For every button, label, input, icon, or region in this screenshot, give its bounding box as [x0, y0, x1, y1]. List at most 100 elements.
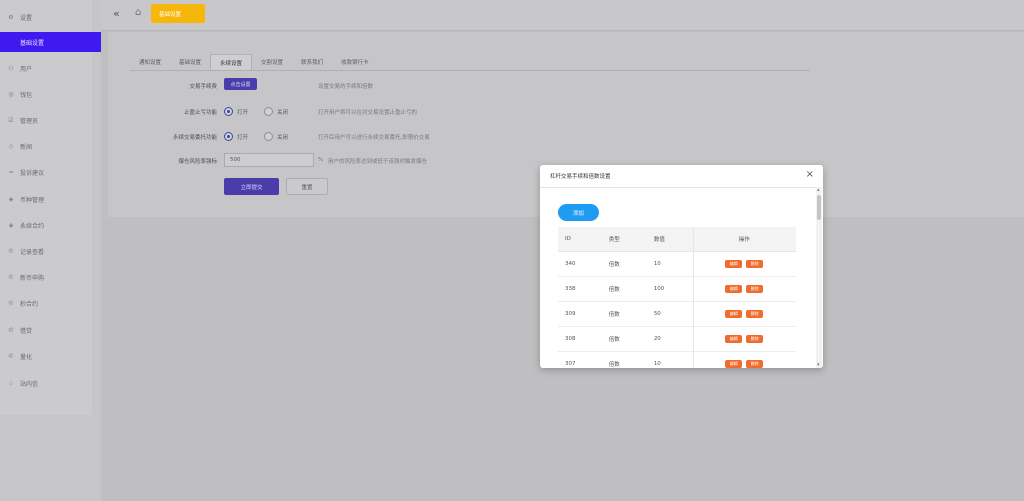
cell-id: 308: [558, 326, 602, 352]
close-icon[interactable]: ×: [806, 169, 814, 180]
cell-value: 50: [646, 301, 693, 327]
radio-checked-icon: [224, 107, 233, 116]
feedback-icon: ≈: [8, 168, 14, 176]
delete-button[interactable]: 删除: [746, 285, 764, 293]
gear-icon: ⚙: [8, 13, 14, 21]
perp-off-radio[interactable]: 关闭: [264, 132, 288, 141]
collapse-sidebar-icon[interactable]: «: [113, 7, 120, 20]
sidebar-item-records[interactable]: © 记录查看: [0, 240, 101, 262]
scroll-up-icon[interactable]: ▴: [817, 187, 820, 193]
cell-value: 20: [646, 326, 693, 352]
sidebar: ⚙ 设置 基础设置 ⚇ 用户 ◎ 钱包 ☑ 管理员 ◇ 新闻 ≈ 投诉建议 ◈ 币种管理 ◈ 永…: [0, 0, 101, 501]
stop-off-radio[interactable]: 关闭: [264, 107, 288, 116]
edit-button[interactable]: 编辑: [725, 260, 743, 268]
add-button[interactable]: 添加: [558, 204, 599, 221]
table-row: 338 倍数 100 编辑 删除: [558, 276, 796, 302]
edit-button[interactable]: 编辑: [725, 285, 743, 293]
sidebar-item-basic-settings[interactable]: 基础设置: [0, 32, 101, 52]
risk-unit: %: [318, 157, 324, 163]
cell-actions: 编辑 删除: [692, 301, 796, 327]
table-row: 308 倍数 20 编辑 删除: [558, 326, 796, 352]
perp-label: 永续交易委托功能: [172, 135, 217, 141]
sidebar-item-quant[interactable]: © 量化: [0, 345, 101, 367]
edit-button[interactable]: 编辑: [725, 310, 743, 318]
multiplier-table: ID 类型 数值 操作 340 倍数 10 编辑 删除 338 倍数 100 编辑…: [558, 227, 796, 368]
perp-hint: 打开后用户可以进行永续交易委托,即限价交易: [318, 135, 430, 141]
submit-button[interactable]: 立即提交: [224, 178, 279, 195]
sidebar-item-feedback[interactable]: ≈ 投诉建议: [0, 161, 101, 183]
tab-basic[interactable]: 基础设置: [170, 54, 210, 70]
cell-actions: 编辑 删除: [692, 276, 796, 302]
edit-button[interactable]: 编辑: [725, 360, 743, 368]
column-header-id: ID: [558, 227, 602, 252]
sidebar-item-settings[interactable]: ⚙ 设置: [0, 6, 101, 28]
sidebar-item-news[interactable]: ◇ 新闻: [0, 135, 101, 157]
diamond-icon: ◈: [8, 221, 14, 229]
cell-type: 倍数: [601, 301, 647, 327]
stop-label: 止盈止亏功能: [183, 110, 217, 116]
sidebar-item-wallet[interactable]: ◎ 钱包: [0, 83, 101, 105]
cell-actions: 编辑 删除: [692, 251, 796, 277]
cell-id: 338: [558, 276, 602, 302]
perp-on-radio[interactable]: 打开: [224, 132, 248, 141]
edit-button[interactable]: 编辑: [725, 335, 743, 343]
tab-perpetual[interactable]: 永续设置: [210, 54, 253, 71]
table-row: 309 倍数 50 编辑 删除: [558, 301, 796, 327]
tab-delivery[interactable]: 交割设置: [252, 54, 292, 70]
scroll-thumb[interactable]: [817, 195, 821, 220]
sidebar-item-lending[interactable]: © 借贷: [0, 319, 101, 341]
home-icon[interactable]: ⌂: [135, 7, 141, 18]
fee-multiplier-modal: 杠杆交易手续和倍数设置 × 添加 ID 类型 数值 操作 340 倍数 10 编…: [540, 165, 823, 368]
cell-value: 10: [646, 251, 693, 277]
cell-type: 倍数: [601, 351, 647, 368]
fee-hint: 设置交易的手续和倍数: [318, 84, 374, 90]
record-icon: ©: [8, 299, 14, 307]
cell-type: 倍数: [601, 326, 647, 352]
cell-value: 100: [646, 276, 693, 302]
topbar: « ⌂ 基础设置: [101, 0, 1024, 31]
tab-notification[interactable]: 通知设置: [130, 54, 170, 70]
diamond-icon: ◈: [8, 195, 14, 203]
cell-type: 倍数: [601, 276, 647, 302]
sidebar-item-new-coin[interactable]: © 新币申购: [0, 266, 101, 288]
sidebar-item-perpetual[interactable]: ◈ 永续合约: [0, 214, 101, 236]
modal-header: 杠杆交易手续和倍数设置 ×: [540, 165, 823, 188]
reset-button[interactable]: 重置: [286, 178, 328, 195]
radio-checked-icon: [224, 132, 233, 141]
tab-contact[interactable]: 联系我们: [292, 54, 332, 70]
stop-on-radio[interactable]: 打开: [224, 107, 248, 116]
delete-button[interactable]: 删除: [746, 360, 764, 368]
risk-hint: 用户的风险率达到或低于该强时触发爆仓: [328, 159, 428, 165]
settings-tabs: 通知设置 基础设置 永续设置 交割设置 联系我们 收款银行卡: [130, 54, 378, 71]
column-header-type: 类型: [601, 227, 647, 252]
cell-value: 10: [646, 351, 693, 368]
tab-bank-card[interactable]: 收款银行卡: [332, 54, 378, 70]
delete-button[interactable]: 删除: [746, 260, 764, 268]
table-row: 307 倍数 10 编辑 删除: [558, 351, 796, 368]
delete-button[interactable]: 删除: [746, 335, 764, 343]
fee-label: 交易手续费: [189, 84, 217, 90]
cell-id: 309: [558, 301, 602, 327]
tab-tag-basic-settings[interactable]: 基础设置: [151, 4, 205, 23]
cell-id: 340: [558, 251, 602, 277]
user-icon: ⚇: [8, 64, 14, 72]
sidebar-item-messages[interactable]: ♤ 站内信: [0, 372, 101, 394]
tab-divider: [130, 70, 810, 71]
sidebar-item-second-contract[interactable]: © 秒合约: [0, 292, 101, 314]
delete-button[interactable]: 删除: [746, 310, 764, 318]
sidebar-item-admin[interactable]: ☑ 管理员: [0, 109, 101, 131]
radio-unchecked-icon: [264, 132, 273, 141]
record-icon: ©: [8, 352, 14, 360]
modal-title: 杠杆交易手续和倍数设置: [550, 174, 611, 180]
scroll-down-icon[interactable]: ▾: [817, 362, 820, 368]
admin-icon: ☑: [8, 116, 14, 124]
fee-settings-button[interactable]: 点击设置: [224, 78, 257, 90]
modal-scrollbar[interactable]: ▴ ▾: [816, 187, 822, 368]
bell-icon: ♤: [8, 379, 14, 387]
sidebar-item-currency[interactable]: ◈ 币种管理: [0, 188, 101, 210]
record-icon: ©: [8, 326, 14, 334]
sidebar-item-users[interactable]: ⚇ 用户: [0, 57, 101, 79]
risk-rate-input[interactable]: 500: [224, 153, 314, 167]
table-header-row: ID 类型 数值 操作: [558, 227, 796, 252]
stop-hint: 打开用户将可以在对交易设置止盈止亏的: [318, 110, 418, 116]
